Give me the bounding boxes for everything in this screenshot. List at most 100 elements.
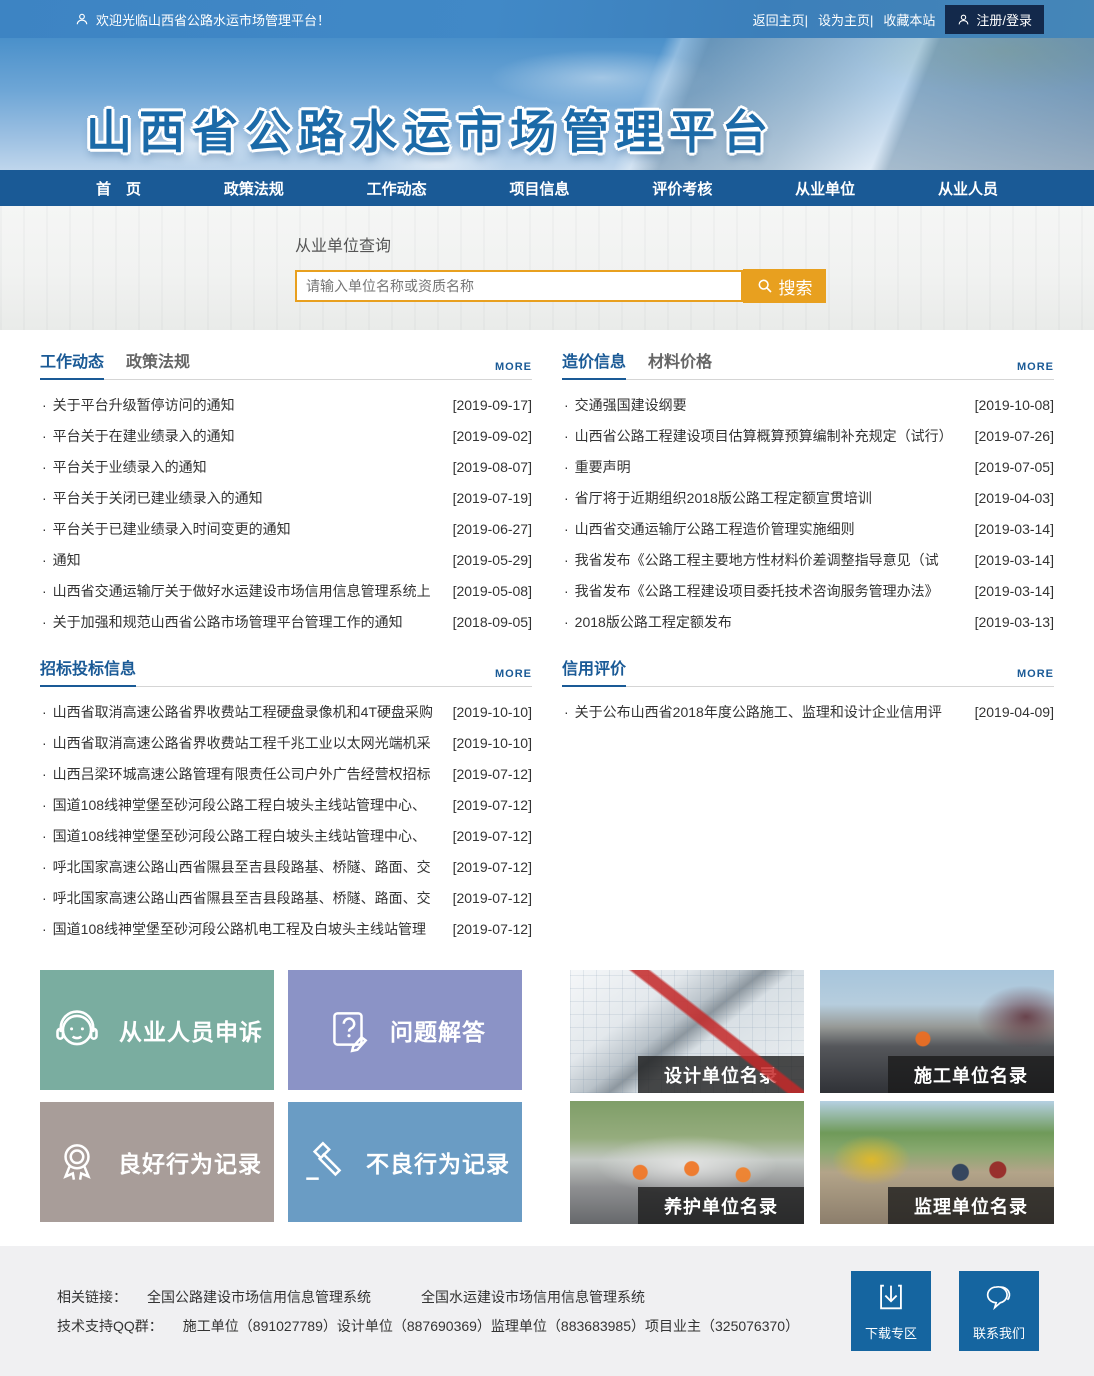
footer-link-highway-credit[interactable]: 全国公路建设市场信用信息管理系统 <box>147 1287 371 1307</box>
news-date: [2019-07-26] <box>975 428 1054 444</box>
news-date: [2019-04-09] <box>975 704 1054 720</box>
question-doc-icon <box>324 1005 374 1055</box>
tab-credit[interactable]: 信用评价 <box>562 655 626 687</box>
appeal-block[interactable]: 从业人员申诉 <box>40 970 274 1090</box>
user-icon <box>957 13 970 26</box>
news-item[interactable]: 2018版公路工程定额发布 [2019-03-13] <box>562 606 1054 637</box>
more-link[interactable]: MORE <box>495 361 532 379</box>
news-item[interactable]: 重要声明 [2019-07-05] <box>562 451 1054 482</box>
news-item[interactable]: 呼北国家高速公路山西省隰县至吉县段路基、桥隧、路面、交 [2019-07-12] <box>40 851 532 882</box>
tile-caption: 施工单位名录 <box>888 1056 1054 1093</box>
news-item[interactable]: 呼北国家高速公路山西省隰县至吉县段路基、桥隧、路面、交 [2019-07-12] <box>40 882 532 913</box>
section-work-news: 工作动态 政策法规 MORE 关于平台升级暂停访问的通知 [2019-09-17… <box>40 352 532 637</box>
news-item[interactable]: 平台关于关闭已建业绩录入的通知 [2019-07-19] <box>40 482 532 513</box>
more-link[interactable]: MORE <box>1017 668 1054 686</box>
news-item[interactable]: 关于加强和规范山西省公路市场管理平台管理工作的通知 [2018-09-05] <box>40 606 532 637</box>
news-date: [2019-05-29] <box>453 552 532 568</box>
news-item[interactable]: 平台关于已建业绩录入时间变更的通知 [2019-06-27] <box>40 513 532 544</box>
news-date: [2019-07-12] <box>453 859 532 875</box>
search-icon <box>757 278 773 294</box>
news-item[interactable]: 我省发布《公路工程建设项目委托技术咨询服务管理办法》 [2019-03-14] <box>562 575 1054 606</box>
tile-caption: 养护单位名录 <box>638 1187 804 1224</box>
more-link[interactable]: MORE <box>495 668 532 686</box>
footer: 相关链接： 全国公路建设市场信用信息管理系统 全国水运建设市场信用信息管理系统 … <box>0 1246 1094 1376</box>
welcome-text: 欢迎光临山西省公路水运市场管理平台！ <box>96 10 330 29</box>
tab-work-news[interactable]: 工作动态 <box>40 348 104 380</box>
nav-item[interactable]: 评价考核 <box>626 170 738 207</box>
nav-item[interactable]: 首 页 <box>70 170 167 207</box>
nav-item[interactable]: 政策法规 <box>198 170 310 207</box>
section-credit: 信用评价 MORE 关于公布山西省2018年度公路施工、监理和设计企业信用评 [… <box>562 659 1054 727</box>
tab-material-price[interactable]: 材料价格 <box>648 348 712 379</box>
news-item[interactable]: 山西省公路工程建设项目估算概算预算编制补充规定（试行） [2019-07-26] <box>562 420 1054 451</box>
nav-item[interactable]: 工作动态 <box>341 170 453 207</box>
good-record-block[interactable]: 良好行为记录 <box>40 1102 274 1222</box>
news-date: [2019-03-14] <box>975 583 1054 599</box>
news-date: [2019-10-08] <box>975 397 1054 413</box>
tile-caption: 设计单位名录 <box>638 1056 804 1093</box>
news-item[interactable]: 省厅将于近期组织2018版公路工程定额宣贯培训 [2019-04-03] <box>562 482 1054 513</box>
maintenance-units-tile[interactable]: 养护单位名录 <box>570 1101 804 1224</box>
news-item[interactable]: 我省发布《公路工程主要地方性材料价差调整指导意见（试 [2019-03-14] <box>562 544 1054 575</box>
tab-policy[interactable]: 政策法规 <box>126 348 190 379</box>
news-list: 交通强国建设纲要 [2019-10-08] 山西省公路工程建设项目估算概算预算编… <box>562 380 1054 637</box>
news-item[interactable]: 山西省交通运输厅公路工程造价管理实施细则 [2019-03-14] <box>562 513 1054 544</box>
tab-bidding[interactable]: 招标投标信息 <box>40 655 136 687</box>
tab-cost-info[interactable]: 造价信息 <box>562 348 626 380</box>
news-item[interactable]: 平台关于在建业绩录入的通知 [2019-09-02] <box>40 420 532 451</box>
news-date: [2019-08-07] <box>453 459 532 475</box>
news-date: [2019-06-27] <box>453 521 532 537</box>
news-item[interactable]: 山西省交通运输厅关于做好水运建设市场信用信息管理系统上 [2019-05-08] <box>40 575 532 606</box>
topbar-link-favorite[interactable]: 收藏本站 <box>883 10 935 29</box>
news-item[interactable]: 山西吕梁环城高速公路管理有限责任公司户外广告经营权招标 [2019-07-12] <box>40 758 532 789</box>
nav-item[interactable]: 从业单位 <box>769 170 881 207</box>
download-zone-button[interactable]: 下载专区 <box>851 1271 931 1351</box>
user-icon <box>75 12 89 26</box>
news-item[interactable]: 平台关于业绩录入的通知 [2019-08-07] <box>40 451 532 482</box>
medal-icon <box>52 1137 102 1187</box>
search-label: 从业单位查询 <box>295 232 1094 256</box>
news-item[interactable]: 国道108线神堂堡至砂河段公路工程白坡头主线站管理中心、 [2019-07-12… <box>40 820 532 851</box>
contact-us-button[interactable]: 联系我们 <box>959 1271 1039 1351</box>
news-item[interactable]: 国道108线神堂堡至砂河段公路工程白坡头主线站管理中心、 [2019-07-12… <box>40 789 532 820</box>
topbar-link-home[interactable]: 返回主页| <box>753 10 808 29</box>
news-item[interactable]: 通知 [2019-05-29] <box>40 544 532 575</box>
nav-item[interactable]: 项目信息 <box>483 170 595 207</box>
news-date: [2019-07-05] <box>975 459 1054 475</box>
search-input[interactable] <box>295 270 743 302</box>
bad-record-block[interactable]: 不良行为记录 <box>288 1102 522 1222</box>
gavel-icon <box>300 1137 350 1187</box>
main-content: 工作动态 政策法规 MORE 关于平台升级暂停访问的通知 [2019-09-17… <box>0 330 1094 966</box>
news-date: [2018-09-05] <box>453 614 532 630</box>
news-item[interactable]: 山西省取消高速公路省界收费站工程硬盘录像机和4T硬盘采购 [2019-10-10… <box>40 696 532 727</box>
bottom-grid: 从业人员申诉 问题解答 良好行为记录 <box>0 966 1094 1224</box>
headset-icon <box>51 1004 103 1056</box>
news-item[interactable]: 国道108线神堂堡至砂河段公路机电工程及白坡头主线站管理 [2019-07-12… <box>40 913 532 944</box>
news-date: [2019-07-12] <box>453 797 532 813</box>
news-date: [2019-04-03] <box>975 490 1054 506</box>
supervision-units-tile[interactable]: 监理单位名录 <box>820 1101 1054 1224</box>
news-date: [2019-03-14] <box>975 552 1054 568</box>
main-nav: 首 页 政策法规 工作动态 项目信息 评价考核 从业单位 从业人员 <box>0 170 1094 206</box>
qq-support-label: 技术支持QQ群： <box>57 1316 163 1336</box>
search-button[interactable]: 搜索 <box>743 269 826 303</box>
footer-link-waterway-credit[interactable]: 全国水运建设市场信用信息管理系统 <box>421 1287 645 1307</box>
qa-block[interactable]: 问题解答 <box>288 970 522 1090</box>
news-list: 关于平台升级暂停访问的通知 [2019-09-17] 平台关于在建业绩录入的通知… <box>40 380 532 637</box>
news-item[interactable]: 关于公布山西省2018年度公路施工、监理和设计企业信用评 [2019-04-09… <box>562 696 1054 727</box>
news-date: [2019-05-08] <box>453 583 532 599</box>
news-date: [2019-07-12] <box>453 766 532 782</box>
related-links-label: 相关链接： <box>57 1287 127 1307</box>
news-item[interactable]: 山西省取消高速公路省界收费站工程千兆工业以太网光端机采 [2019-10-10] <box>40 727 532 758</box>
more-link[interactable]: MORE <box>1017 361 1054 379</box>
design-units-tile[interactable]: 设计单位名录 <box>570 970 804 1093</box>
construction-units-tile[interactable]: 施工单位名录 <box>820 970 1054 1093</box>
news-date: [2019-03-13] <box>975 614 1054 630</box>
news-item[interactable]: 交通强国建设纲要 [2019-10-08] <box>562 389 1054 420</box>
register-login-button[interactable]: 注册/登录 <box>945 5 1044 34</box>
nav-item[interactable]: 从业人员 <box>912 170 1024 207</box>
news-date: [2019-07-19] <box>453 490 532 506</box>
news-date: [2019-10-10] <box>453 735 532 751</box>
topbar-link-sethome[interactable]: 设为主页| <box>818 10 873 29</box>
news-item[interactable]: 关于平台升级暂停访问的通知 [2019-09-17] <box>40 389 532 420</box>
